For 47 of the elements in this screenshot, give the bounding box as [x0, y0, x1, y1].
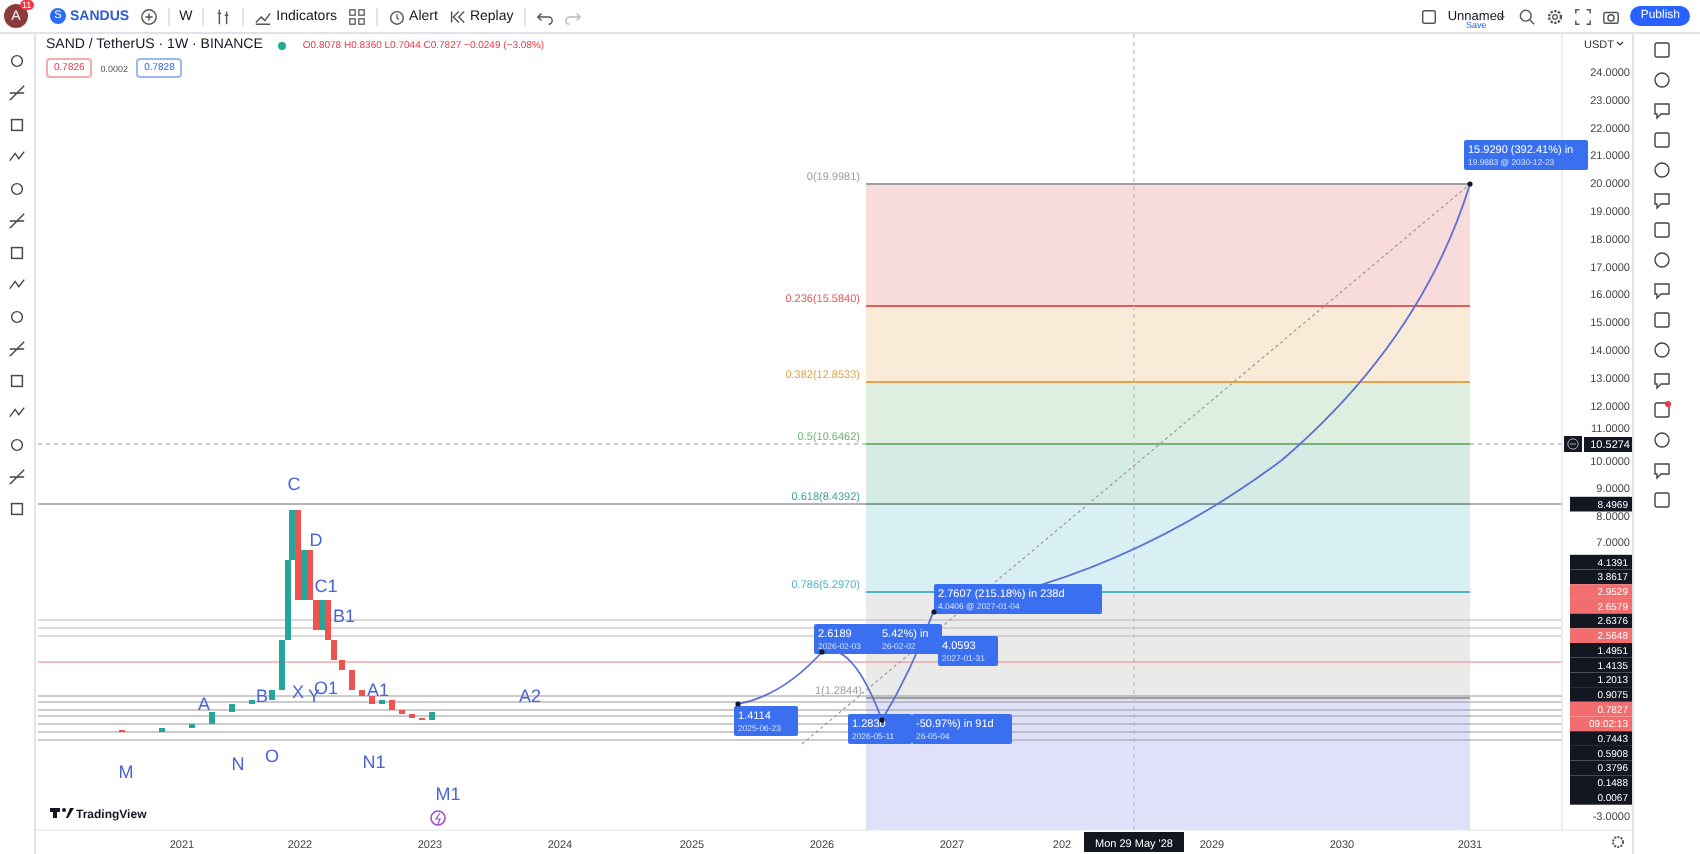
anchor-point[interactable] [879, 717, 885, 723]
wave-label: A2 [519, 686, 541, 706]
undo-icon[interactable] [535, 7, 554, 25]
candle [269, 690, 275, 700]
status-dot [278, 41, 287, 49]
wave-label: B [256, 686, 268, 706]
wave-label: Y [308, 686, 320, 706]
candle [389, 700, 395, 710]
logo-icon [50, 808, 74, 818]
fullscreen-icon[interactable] [1574, 7, 1593, 25]
candle [349, 670, 355, 690]
rewind-icon [447, 7, 466, 25]
wave-label: D [309, 530, 323, 550]
indicators-icon [254, 7, 273, 25]
square-icon[interactable] [1419, 7, 1438, 25]
wave-label: M1 [435, 784, 461, 804]
wave-label: A1 [367, 680, 389, 700]
settings-icon[interactable] [1546, 7, 1565, 25]
anchor-point[interactable] [735, 701, 741, 707]
wave-label: A [198, 694, 210, 714]
wave-label: B1 [333, 606, 355, 626]
add-icon[interactable] [139, 7, 158, 25]
caret-icon[interactable] [1616, 41, 1624, 46]
layout-icon[interactable] [347, 7, 366, 25]
wave-label: X [292, 682, 304, 702]
wave-label: N [231, 754, 245, 774]
anchor-point[interactable] [931, 609, 937, 615]
candle [429, 712, 435, 720]
search-icon[interactable] [1518, 7, 1537, 25]
anchor-point[interactable] [1467, 181, 1473, 187]
bars-icon[interactable] [214, 7, 233, 25]
anchor-point[interactable] [819, 649, 825, 655]
candle [359, 690, 365, 696]
candle [229, 704, 235, 712]
price-chart[interactable] [36, 34, 1632, 854]
wave-label: M [118, 762, 134, 782]
wave-label: O [265, 746, 279, 766]
camera-icon[interactable] [1602, 7, 1621, 25]
wave-label: C1 [314, 576, 338, 596]
candle [369, 696, 375, 704]
minus-icon[interactable] [1564, 436, 1582, 452]
lightning-icon[interactable] [430, 810, 446, 826]
wave-label: C [287, 474, 301, 494]
wave-label: O1 [314, 678, 338, 698]
settings-icon[interactable] [1612, 836, 1624, 848]
candle [209, 712, 215, 724]
wave-label: N1 [362, 752, 386, 772]
